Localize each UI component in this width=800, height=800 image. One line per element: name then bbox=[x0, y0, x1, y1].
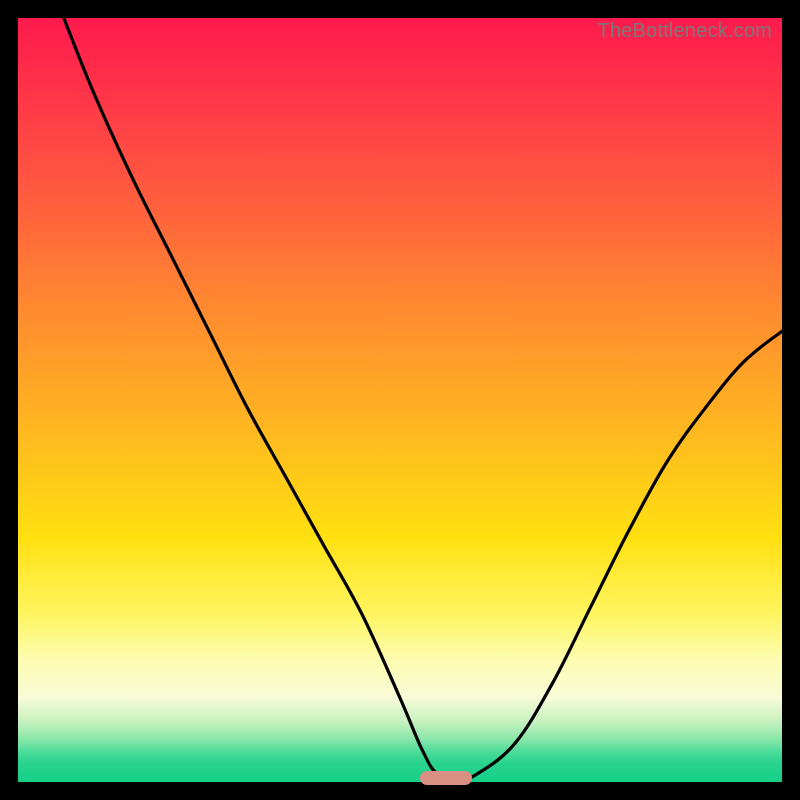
plot-area: TheBottleneck.com bbox=[18, 18, 782, 782]
chart-frame: TheBottleneck.com bbox=[0, 0, 800, 800]
bottleneck-curve bbox=[18, 18, 782, 782]
optimal-marker-pill bbox=[420, 771, 472, 785]
